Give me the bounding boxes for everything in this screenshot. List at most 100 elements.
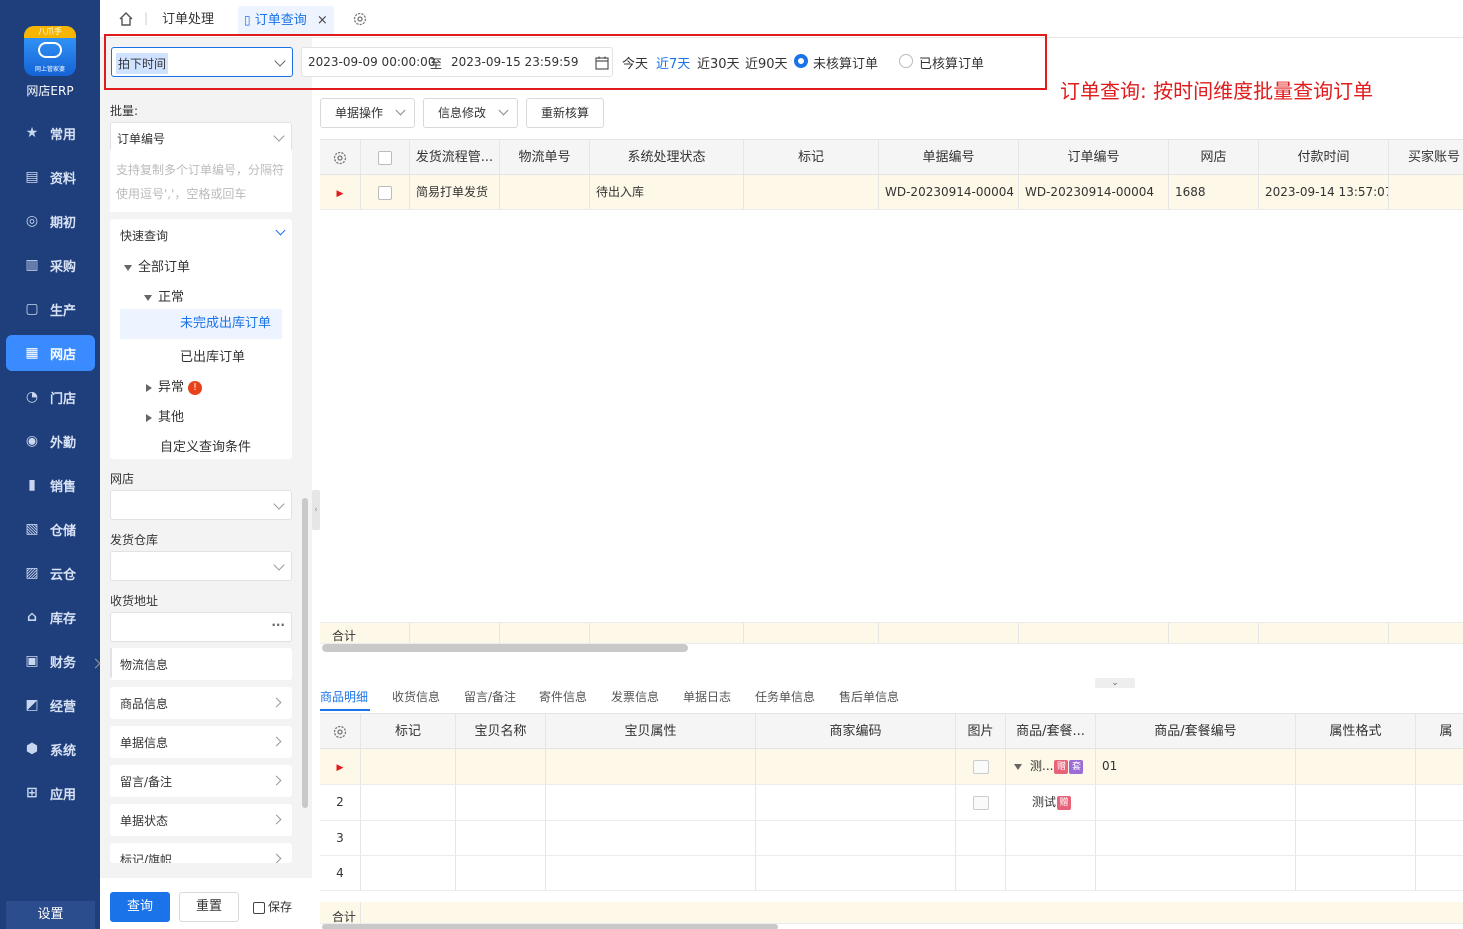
group-logistics[interactable]: 物流信息 xyxy=(90,648,292,680)
tree-custom-conditions[interactable]: 自定义查询条件 xyxy=(160,436,251,455)
nav-item-外勤[interactable]: ◉ 外勤 xyxy=(6,423,95,459)
group-document[interactable]: 单据信息 xyxy=(110,726,292,758)
tab-sender-info[interactable]: 寄件信息 xyxy=(539,688,587,705)
recalc-button[interactable]: 重新核算 xyxy=(526,98,604,128)
items-hscrollbar[interactable] xyxy=(322,924,778,929)
column-header[interactable]: 物流单号 xyxy=(500,140,590,174)
nav-item-财务[interactable]: ▣ 财务 xyxy=(6,643,95,679)
panel-collapse-handle[interactable]: ‹ xyxy=(312,490,320,530)
tab-order-process[interactable]: 订单处理 xyxy=(162,6,214,34)
gift-tag: 赠 xyxy=(1054,759,1069,774)
column-header[interactable]: 订单编号 xyxy=(1019,140,1169,174)
home-icon[interactable] xyxy=(118,11,134,27)
column-settings-cell[interactable] xyxy=(320,140,361,174)
reset-button[interactable]: 重置 xyxy=(179,892,239,922)
group-flags[interactable]: 标记/旗帜 xyxy=(110,843,292,863)
table-row[interactable]: ▶ 简易打单发货 待出入库 WD-20230914-00004 WD-20230… xyxy=(320,175,1463,210)
nav-item-云仓[interactable]: ▨ 云仓 xyxy=(6,555,95,591)
batch-field-select[interactable]: 订单编号 xyxy=(110,122,292,152)
nav-item-系统[interactable]: ⬢ 系统 xyxy=(6,731,95,767)
nav-item-门店[interactable]: ◔ 门店 xyxy=(6,379,95,415)
table-row[interactable]: 2 测试赠 xyxy=(320,785,1463,821)
column-header[interactable]: 单据编号 xyxy=(879,140,1019,174)
nav-item-常用[interactable]: ★ 常用 xyxy=(6,115,95,151)
tree-abnormal[interactable]: 异常! xyxy=(146,376,203,395)
info-edit-dropdown[interactable]: 信息修改 xyxy=(423,98,518,128)
tab-doc-log[interactable]: 单据日志 xyxy=(683,688,731,705)
column-header[interactable]: 标记 xyxy=(744,140,879,174)
tree-unfinished-outbound[interactable]: 未完成出库订单 xyxy=(120,309,282,339)
column-header[interactable]: 宝贝名称 xyxy=(456,714,546,748)
table-row[interactable]: 4 xyxy=(320,856,1463,891)
group-doc-status[interactable]: 单据状态 xyxy=(110,804,292,836)
nav-item-生产[interactable]: ▢ 生产 xyxy=(6,291,95,327)
tab-receiver-info[interactable]: 收货信息 xyxy=(392,688,440,705)
group-remarks[interactable]: 留言/备注 xyxy=(110,765,292,797)
tab-remarks[interactable]: 留言/备注 xyxy=(464,688,516,705)
column-header[interactable]: 买家账号 xyxy=(1389,140,1463,174)
tab-invoice-info[interactable]: 发票信息 xyxy=(611,688,659,705)
close-icon[interactable]: × xyxy=(317,13,328,28)
doc-ops-dropdown[interactable]: 单据操作 xyxy=(320,98,415,128)
filter-scrollbar[interactable] xyxy=(302,498,308,808)
nav-item-销售[interactable]: ▮ 销售 xyxy=(6,467,95,503)
nav-item-库存[interactable]: ⌂ 库存 xyxy=(6,599,95,635)
tree-finished-outbound[interactable]: 已出库订单 xyxy=(180,346,245,365)
gear-icon[interactable] xyxy=(332,150,348,166)
table-row[interactable]: 3 xyxy=(320,821,1463,856)
select-all-cell[interactable] xyxy=(361,140,410,174)
nav-item-期初[interactable]: ◎ 期初 xyxy=(6,203,95,239)
column-header[interactable]: 属性格式 xyxy=(1296,714,1416,748)
shop-select[interactable] xyxy=(110,490,292,520)
column-header[interactable]: 系统处理状态 xyxy=(590,140,744,174)
product-name: 测... xyxy=(1030,759,1054,773)
tab-order-query[interactable]: ▯ 订单查询 × xyxy=(238,6,334,34)
tree-all-orders[interactable]: 全部订单 xyxy=(124,256,190,275)
nav-item-仓储[interactable]: ▧ 仓储 xyxy=(6,511,95,547)
address-input[interactable]: ··· xyxy=(110,612,292,642)
column-header[interactable]: 商品/套餐编号 xyxy=(1096,714,1296,748)
nav-item-资料[interactable]: ▤ 资料 xyxy=(6,159,95,195)
group-label: 商品信息 xyxy=(120,697,169,711)
tab-task-info[interactable]: 任务单信息 xyxy=(755,688,815,705)
group-product[interactable]: 商品信息 xyxy=(110,687,292,719)
select-all-checkbox[interactable] xyxy=(378,150,392,165)
plus-square-icon: ⊞ xyxy=(26,785,38,801)
row-checkbox[interactable] xyxy=(378,185,392,200)
row-checkbox-cell[interactable] xyxy=(361,175,410,209)
column-header[interactable]: 商品/套餐... xyxy=(1006,714,1096,748)
column-header[interactable]: 宝贝属性 xyxy=(546,714,756,748)
nav-item-采购[interactable]: ▥ 采购 xyxy=(6,247,95,283)
table-row[interactable]: ▶ 测... 赠套 01 xyxy=(320,749,1463,785)
tree-normal[interactable]: 正常 xyxy=(144,286,184,305)
column-header[interactable]: 付款时间 xyxy=(1259,140,1389,174)
nav-item-网店[interactable]: ▦ 网店 xyxy=(6,335,95,371)
caret-down-icon[interactable] xyxy=(1014,763,1022,770)
column-header[interactable]: 标记 xyxy=(361,714,456,748)
tab-aftersale-info[interactable]: 售后单信息 xyxy=(839,688,899,705)
column-header[interactable]: 属 xyxy=(1416,714,1463,748)
column-header[interactable]: 图片 xyxy=(956,714,1006,748)
nav-item-经营[interactable]: ◩ 经营 xyxy=(6,687,95,723)
gear-icon[interactable] xyxy=(352,11,368,27)
settings-button[interactable]: 设置 xyxy=(6,901,95,929)
gear-icon[interactable] xyxy=(332,724,348,740)
more-icon[interactable]: ··· xyxy=(271,618,285,632)
tree-other[interactable]: 其他 xyxy=(146,406,184,425)
column-header[interactable]: 发货流程管... xyxy=(410,140,500,174)
cell-order-no: WD-20230914-00004 xyxy=(1019,175,1169,209)
chevron-down-icon[interactable] xyxy=(275,225,286,236)
warehouse-select[interactable] xyxy=(110,551,292,581)
column-header[interactable]: 商家编码 xyxy=(756,714,956,748)
shop-label: 网店 xyxy=(110,472,135,486)
query-button[interactable]: 查询 xyxy=(110,892,170,922)
tab-product-detail[interactable]: 商品明细 xyxy=(320,688,368,705)
save-button[interactable]: 保存 xyxy=(253,898,292,915)
vertical-splitter-handle[interactable]: ⌄ xyxy=(1095,678,1135,688)
column-settings-cell[interactable] xyxy=(320,714,361,748)
nav-item-应用[interactable]: ⊞ 应用 xyxy=(6,775,95,811)
nav-item-label: 销售 xyxy=(50,479,77,495)
orders-hscrollbar[interactable] xyxy=(322,644,688,652)
batch-input[interactable]: 支持复制多个订单编号，分隔符 使用逗号','，空格或回车 xyxy=(110,150,292,212)
column-header[interactable]: 网店 xyxy=(1169,140,1259,174)
